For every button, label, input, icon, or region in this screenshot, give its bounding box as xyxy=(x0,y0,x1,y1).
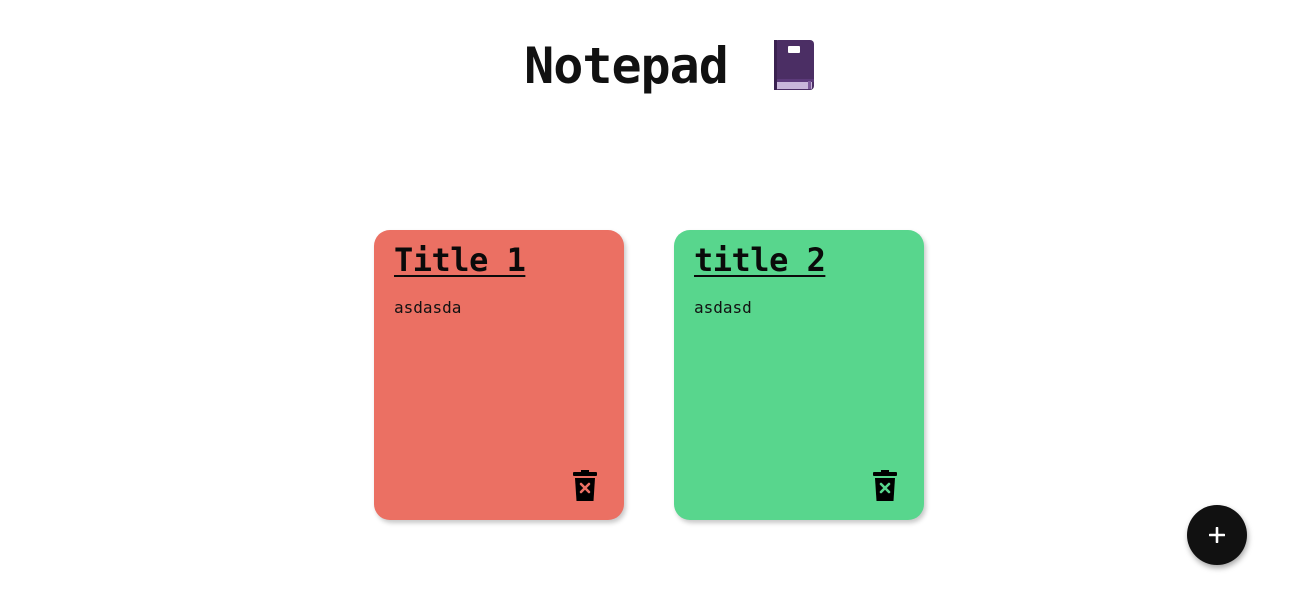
app-header: Notepad xyxy=(0,36,1300,96)
closed-book-icon xyxy=(772,39,816,93)
note-body: asdasda xyxy=(394,298,462,317)
note-card: Title 1 asdasda xyxy=(374,230,624,520)
note-body: asdasd xyxy=(694,298,752,317)
plus-icon xyxy=(1209,527,1225,543)
delete-note-button[interactable] xyxy=(872,470,898,502)
note-title: title 2 xyxy=(694,241,826,279)
note-title: Title 1 xyxy=(394,241,526,279)
add-note-button[interactable] xyxy=(1187,505,1247,565)
trash-delete-icon xyxy=(873,470,897,501)
trash-delete-icon xyxy=(573,470,597,501)
page-title: Notepad xyxy=(524,37,729,95)
delete-note-button[interactable] xyxy=(572,470,598,502)
note-card: title 2 asdasd xyxy=(674,230,924,520)
